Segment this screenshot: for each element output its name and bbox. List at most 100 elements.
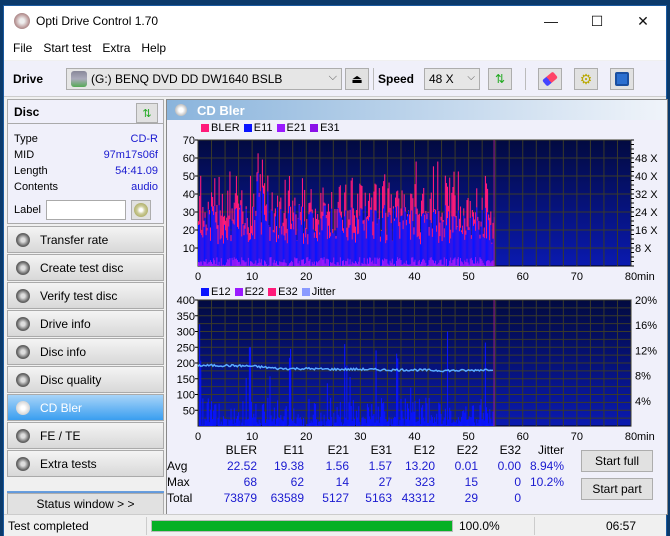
close-button[interactable]: ✕ xyxy=(620,6,666,36)
nav-item-fe-te[interactable]: FE / TE xyxy=(7,422,164,449)
e12-bar xyxy=(204,418,206,426)
nav-item-drive-info[interactable]: Drive info xyxy=(7,310,164,337)
e21-bar xyxy=(422,259,424,266)
e21-bar xyxy=(443,257,445,266)
e11-bar xyxy=(292,221,294,266)
e12-bar xyxy=(345,417,347,426)
e11-bar xyxy=(345,210,347,266)
e12-bar xyxy=(463,410,465,426)
y2-tick-label: 20% xyxy=(635,296,657,307)
e11-bar xyxy=(341,230,344,266)
nav-item-label: Transfer rate xyxy=(40,232,109,247)
stats-cell: 62 xyxy=(290,475,304,489)
start-full-button[interactable]: Start full xyxy=(581,450,653,472)
e11-bar xyxy=(441,241,443,266)
e11-bar xyxy=(226,237,228,266)
y-tick-label: 40 xyxy=(183,189,195,201)
e21-bar xyxy=(492,260,494,266)
e12-bar xyxy=(358,406,360,426)
menu-extra[interactable]: Extra xyxy=(102,41,130,55)
e12-bar xyxy=(420,407,423,426)
disc-label-input[interactable] xyxy=(45,200,126,220)
save-button[interactable] xyxy=(610,68,634,90)
minimize-button[interactable]: — xyxy=(528,6,574,36)
menu-file[interactable]: File xyxy=(13,41,32,55)
eject-icon: ⏏ xyxy=(351,72,363,86)
e11-bar xyxy=(481,209,483,266)
nav-item-verify-test-disc[interactable]: Verify test disc xyxy=(7,282,164,309)
e21-bar xyxy=(431,259,433,266)
e21-bar xyxy=(456,258,458,266)
e12-bar xyxy=(367,407,370,426)
cd-bler-icon xyxy=(175,104,187,116)
nav-item-transfer-rate[interactable]: Transfer rate xyxy=(7,226,164,253)
e11-bar xyxy=(442,221,444,266)
y-tick-label: 70 xyxy=(183,135,195,147)
e21-bar xyxy=(392,264,394,266)
e11-bar xyxy=(406,216,409,266)
e21-bar xyxy=(345,260,347,266)
e21-bar xyxy=(461,261,463,266)
e11-bar xyxy=(332,232,334,266)
erase-button[interactable] xyxy=(538,68,562,90)
e12-bar xyxy=(387,421,389,426)
panel-title: CD Bler xyxy=(197,102,245,118)
refresh-disc-button[interactable]: ⇅ xyxy=(136,103,158,123)
e12-bar xyxy=(225,418,227,426)
e11-bar xyxy=(208,214,210,266)
settings-button[interactable]: ⚙ xyxy=(574,68,598,90)
y2-tick-label: 4% xyxy=(635,396,651,408)
left-panel: Disc ⇅ Type CD-R MID 97m17s06f Length 54:41… xyxy=(7,99,164,517)
e12-bar xyxy=(459,421,462,426)
e12-bar xyxy=(281,419,283,426)
stats-row-label: Max xyxy=(167,475,190,489)
e21-bar xyxy=(364,263,366,266)
x-tick-label: 80 xyxy=(625,271,637,283)
e21-bar xyxy=(231,257,233,266)
e12-bar xyxy=(299,416,301,426)
e12-bar xyxy=(307,424,309,426)
e12-bar xyxy=(492,411,494,426)
nav-item-extra-tests[interactable]: Extra tests xyxy=(7,450,164,477)
e21-bar xyxy=(409,264,411,266)
e12-bar xyxy=(471,405,473,426)
e11-bar xyxy=(471,216,473,266)
e21-bar xyxy=(332,262,334,266)
disc-field-type: Type CD-R xyxy=(14,133,158,145)
nav-item-disc-info[interactable]: Disc info xyxy=(7,338,164,365)
e21-bar xyxy=(470,257,472,266)
speed-select[interactable]: 48 X ⌵ xyxy=(424,68,480,90)
e11-bar xyxy=(401,215,403,266)
menu-start-test[interactable]: Start test xyxy=(43,41,91,55)
eject-button[interactable]: ⏏ xyxy=(345,68,369,90)
e12-bar xyxy=(295,423,297,426)
e21-bar xyxy=(215,264,217,266)
e21-bar xyxy=(455,264,457,266)
e21-bar xyxy=(273,259,275,266)
e21-bar xyxy=(377,259,379,266)
y2-tick-label: 24 X xyxy=(635,207,658,219)
nav-item-disc-quality[interactable]: Disc quality xyxy=(7,366,164,393)
nav-item-create-test-disc[interactable]: Create test disc xyxy=(7,254,164,281)
refresh-speed-button[interactable]: ⇅ xyxy=(488,68,512,90)
legend-swatch xyxy=(276,124,285,132)
e21-bar xyxy=(471,260,473,266)
e21-bar xyxy=(251,261,253,266)
menu-help[interactable]: Help xyxy=(141,41,166,55)
e11-bar xyxy=(265,220,267,266)
e11-bar xyxy=(420,216,423,266)
drive-select[interactable]: (G:) BENQ DVD DD DW1640 BSLB ⌵ xyxy=(66,68,342,90)
e21-bar xyxy=(385,259,387,266)
start-part-button[interactable]: Start part xyxy=(581,478,653,500)
e12-bar xyxy=(429,420,431,426)
read-label-button[interactable] xyxy=(130,200,151,220)
maximize-button[interactable]: ☐ xyxy=(574,6,620,36)
e12-bar xyxy=(477,423,479,426)
e11-bar xyxy=(413,234,415,266)
e21-bar xyxy=(383,260,385,266)
e12-bar xyxy=(491,423,493,426)
status-window-button[interactable]: Status window > > xyxy=(7,493,164,515)
speed-label: Speed xyxy=(378,72,415,86)
e12-bar xyxy=(212,419,214,426)
nav-item-cd-bler[interactable]: CD Bler xyxy=(7,394,164,421)
